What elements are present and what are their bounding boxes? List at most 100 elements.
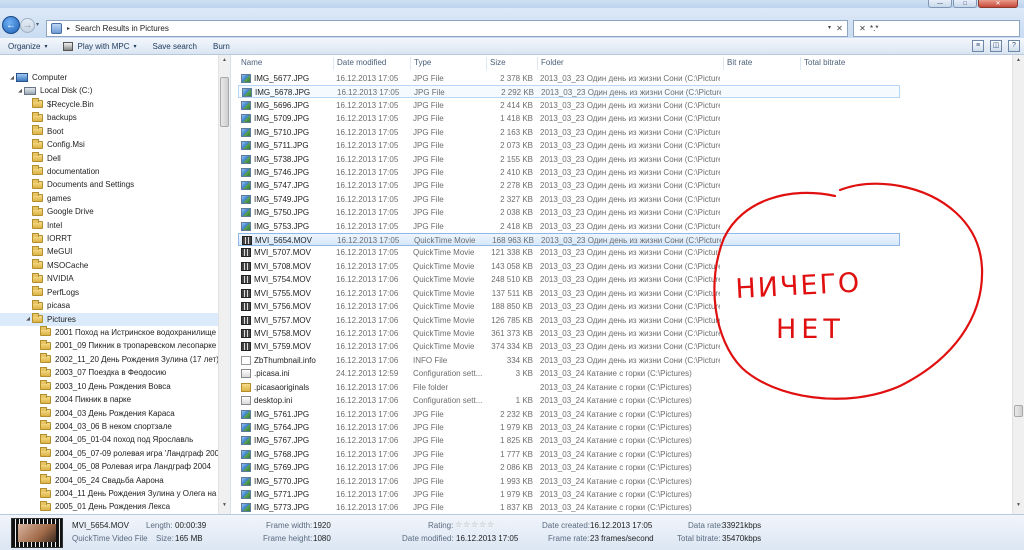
tree-item[interactable]: 2004_11 День Рождения Зулина у Олега на … (32, 487, 230, 500)
tree-item[interactable]: Documents and Settings (24, 178, 134, 191)
burn-button[interactable]: Burn (205, 38, 238, 54)
column-header-date-modified[interactable]: Date modified (337, 58, 386, 70)
column-divider[interactable] (486, 57, 487, 70)
tree-item[interactable]: 2002_11_20 День Рождения Зулина (17 лет) (32, 353, 219, 366)
file-row[interactable]: IMG_5768.JPG 16.12.2013 17:06 JPG File 1 77… (238, 448, 900, 461)
file-row[interactable]: MVI_5758.MOV 16.12.2013 17:06 QuickTime Mo… (238, 327, 900, 340)
tree-item[interactable]: MSOCache (24, 259, 88, 272)
search-box[interactable]: ✕ (853, 20, 1020, 37)
star-icon[interactable]: ☆ (479, 521, 486, 529)
back-button[interactable]: ← (2, 16, 20, 34)
recent-pages-dropdown[interactable]: ▾ (36, 21, 39, 28)
tree-item[interactable]: 2005_01 День Рождения Лекса (32, 500, 170, 513)
file-row[interactable]: MVI_5708.MOV 16.12.2013 17:05 QuickTime Mo… (238, 260, 900, 273)
file-row[interactable]: IMG_5678.JPG 16.12.2013 17:05 JPG File 2 29… (238, 85, 900, 99)
column-header-name[interactable]: Name (241, 58, 262, 70)
file-row[interactable]: IMG_5746.JPG 16.12.2013 17:05 JPG File 2 41… (238, 166, 900, 179)
minimize-button[interactable]: — (928, 0, 952, 8)
file-row[interactable]: IMG_5770.JPG 16.12.2013 17:06 JPG File 1 99… (238, 475, 900, 488)
address-clear-button[interactable]: ✕ (834, 23, 845, 34)
file-row[interactable]: IMG_5749.JPG 16.12.2013 17:05 JPG File 2 32… (238, 193, 900, 206)
nav-scroll-thumb[interactable] (220, 77, 229, 127)
star-icon[interactable]: ☆ (487, 521, 494, 529)
tree-item[interactable]: backups (24, 111, 77, 124)
file-row[interactable]: IMG_5764.JPG 16.12.2013 17:06 JPG File 1 97… (238, 421, 900, 434)
play-with-mpc-button[interactable]: Play with MPC ▾ (55, 38, 144, 54)
preview-pane-icon[interactable]: ◫ (990, 40, 1002, 52)
column-divider[interactable] (410, 57, 411, 70)
help-icon[interactable]: ? (1008, 40, 1020, 52)
tree-item[interactable]: picasa (24, 299, 70, 312)
file-row[interactable]: desktop.ini 16.12.2013 17:06 Configuration… (238, 394, 900, 407)
file-row[interactable]: IMG_5710.JPG 16.12.2013 17:05 JPG File 2 16… (238, 126, 900, 139)
file-row[interactable]: MVI_5755.MOV 16.12.2013 17:06 QuickTime Mo… (238, 287, 900, 300)
column-divider[interactable] (537, 57, 538, 70)
breadcrumb[interactable]: Search Results in Pictures (75, 24, 169, 33)
column-header-bit-rate[interactable]: Bit rate (727, 58, 752, 70)
tree-item[interactable]: 2001 Поход на Истринское водохранилище (32, 326, 216, 339)
forward-button[interactable]: → (20, 18, 35, 33)
tree-item[interactable]: $Recycle.Bin (24, 98, 94, 111)
tree-item[interactable]: 2004_05_24 Свадьба Аарона (32, 474, 164, 487)
close-button[interactable]: ✕ (978, 0, 1018, 8)
tree-item[interactable]: MeGUI (24, 245, 72, 258)
tree-item[interactable]: 2004_05_07-09 ролевая игра 'Ландграф 200… (32, 447, 225, 460)
tree-item[interactable]: NVIDIA (24, 272, 74, 285)
tree-item[interactable]: 2004_03_06 В неком спортзале (32, 420, 172, 433)
tree-item[interactable]: 2004_03 День Рождения Караса (32, 407, 175, 420)
column-header-type[interactable]: Type (414, 58, 431, 70)
tree-item[interactable]: Config.Msi (24, 138, 85, 151)
file-row[interactable]: .picasa.ini 24.12.2013 12:59 Configuration… (238, 367, 900, 380)
search-clear-button[interactable]: ✕ (857, 23, 868, 34)
tree-item[interactable]: Intel (24, 219, 62, 232)
file-row[interactable]: IMG_5747.JPG 16.12.2013 17:05 JPG File 2 27… (238, 179, 900, 192)
tree-item[interactable]: 2001_09 Пикник в тропаревском лесопарке (32, 339, 216, 352)
tree-item[interactable]: IORRT (24, 232, 72, 245)
expanded-arrow-icon[interactable]: ◢ (16, 88, 24, 94)
file-row[interactable]: MVI_5756.MOV 16.12.2013 17:06 QuickTime Mo… (238, 300, 900, 313)
column-divider[interactable] (723, 57, 724, 70)
column-header-folder[interactable]: Folder (541, 58, 564, 70)
scroll-down-icon[interactable]: ▼ (1013, 502, 1024, 512)
file-row[interactable]: MVI_5757.MOV 16.12.2013 17:06 QuickTime Mo… (238, 314, 900, 327)
column-header-size[interactable]: Size (490, 58, 506, 70)
save-search-button[interactable]: Save search (145, 38, 205, 54)
tree-item[interactable]: games (24, 192, 71, 205)
tree-item[interactable]: 2003_10 День Рождения Вовса (32, 380, 171, 393)
file-row[interactable]: ZbThumbnail.info 16.12.2013 17:06 INFO Fil… (238, 354, 900, 367)
star-icon[interactable]: ☆ (463, 521, 470, 529)
file-row[interactable]: .picasaoriginals 16.12.2013 17:06 File fol… (238, 381, 900, 394)
file-row[interactable]: MVI_5707.MOV 16.12.2013 17:05 QuickTime Mo… (238, 246, 900, 259)
tree-item[interactable]: ◢ Local Disk (C:) (16, 84, 92, 97)
file-row[interactable]: IMG_5771.JPG 16.12.2013 17:06 JPG File 1 97… (238, 488, 900, 501)
breadcrumb-separator-icon[interactable]: ▸ (67, 25, 70, 32)
file-row[interactable]: IMG_5738.JPG 16.12.2013 17:05 JPG File 2 15… (238, 153, 900, 166)
file-row[interactable]: IMG_5761.JPG 16.12.2013 17:06 JPG File 2 23… (238, 408, 900, 421)
file-row[interactable]: MVI_5754.MOV 16.12.2013 17:06 QuickTime Mo… (238, 273, 900, 286)
maximize-button[interactable]: □ (953, 0, 977, 8)
file-row[interactable]: IMG_5677.JPG 16.12.2013 17:05 JPG File 2 37… (238, 72, 900, 85)
expanded-arrow-icon[interactable]: ◢ (24, 316, 32, 322)
file-row[interactable]: IMG_5711.JPG 16.12.2013 17:05 JPG File 2 07… (238, 139, 900, 152)
tree-item[interactable]: documentation (24, 165, 99, 178)
tree-item[interactable]: 2004_05_01-04 поход под Ярославль (32, 433, 193, 446)
file-row[interactable]: IMG_5696.JPG 16.12.2013 17:05 JPG File 2 41… (238, 99, 900, 112)
file-row[interactable]: IMG_5753.JPG 16.12.2013 17:05 JPG File 2 41… (238, 220, 900, 233)
list-scrollbar[interactable]: ▲ ▼ (1012, 55, 1024, 514)
rating-stars[interactable]: ☆ ☆ ☆ ☆ ☆ (455, 521, 494, 529)
organize-button[interactable]: Organize ▾ (0, 38, 55, 54)
tree-item[interactable]: ◢ Pictures (0, 312, 218, 326)
search-input[interactable] (870, 22, 1010, 35)
star-icon[interactable]: ☆ (455, 521, 462, 529)
tree-item[interactable]: Boot (24, 125, 63, 138)
tree-item[interactable]: 2004_05_08 Ролевая игра Ландграф 2004 (32, 460, 211, 473)
scroll-down-icon[interactable]: ▼ (219, 502, 230, 512)
scroll-up-icon[interactable]: ▲ (1013, 57, 1024, 67)
change-view-icon[interactable]: ≡ (972, 40, 984, 52)
file-row[interactable]: IMG_5773.JPG 16.12.2013 17:06 JPG File 1 83… (238, 501, 900, 514)
tree-item[interactable]: 2003_07 Поездка в Феодосию (32, 366, 166, 379)
column-header-total-bitrate[interactable]: Total bitrate (804, 58, 845, 70)
tree-item[interactable]: PerfLogs (24, 286, 79, 299)
nav-scrollbar[interactable]: ▲ ▼ (218, 55, 230, 514)
tree-item[interactable]: Google Drive (24, 205, 94, 218)
